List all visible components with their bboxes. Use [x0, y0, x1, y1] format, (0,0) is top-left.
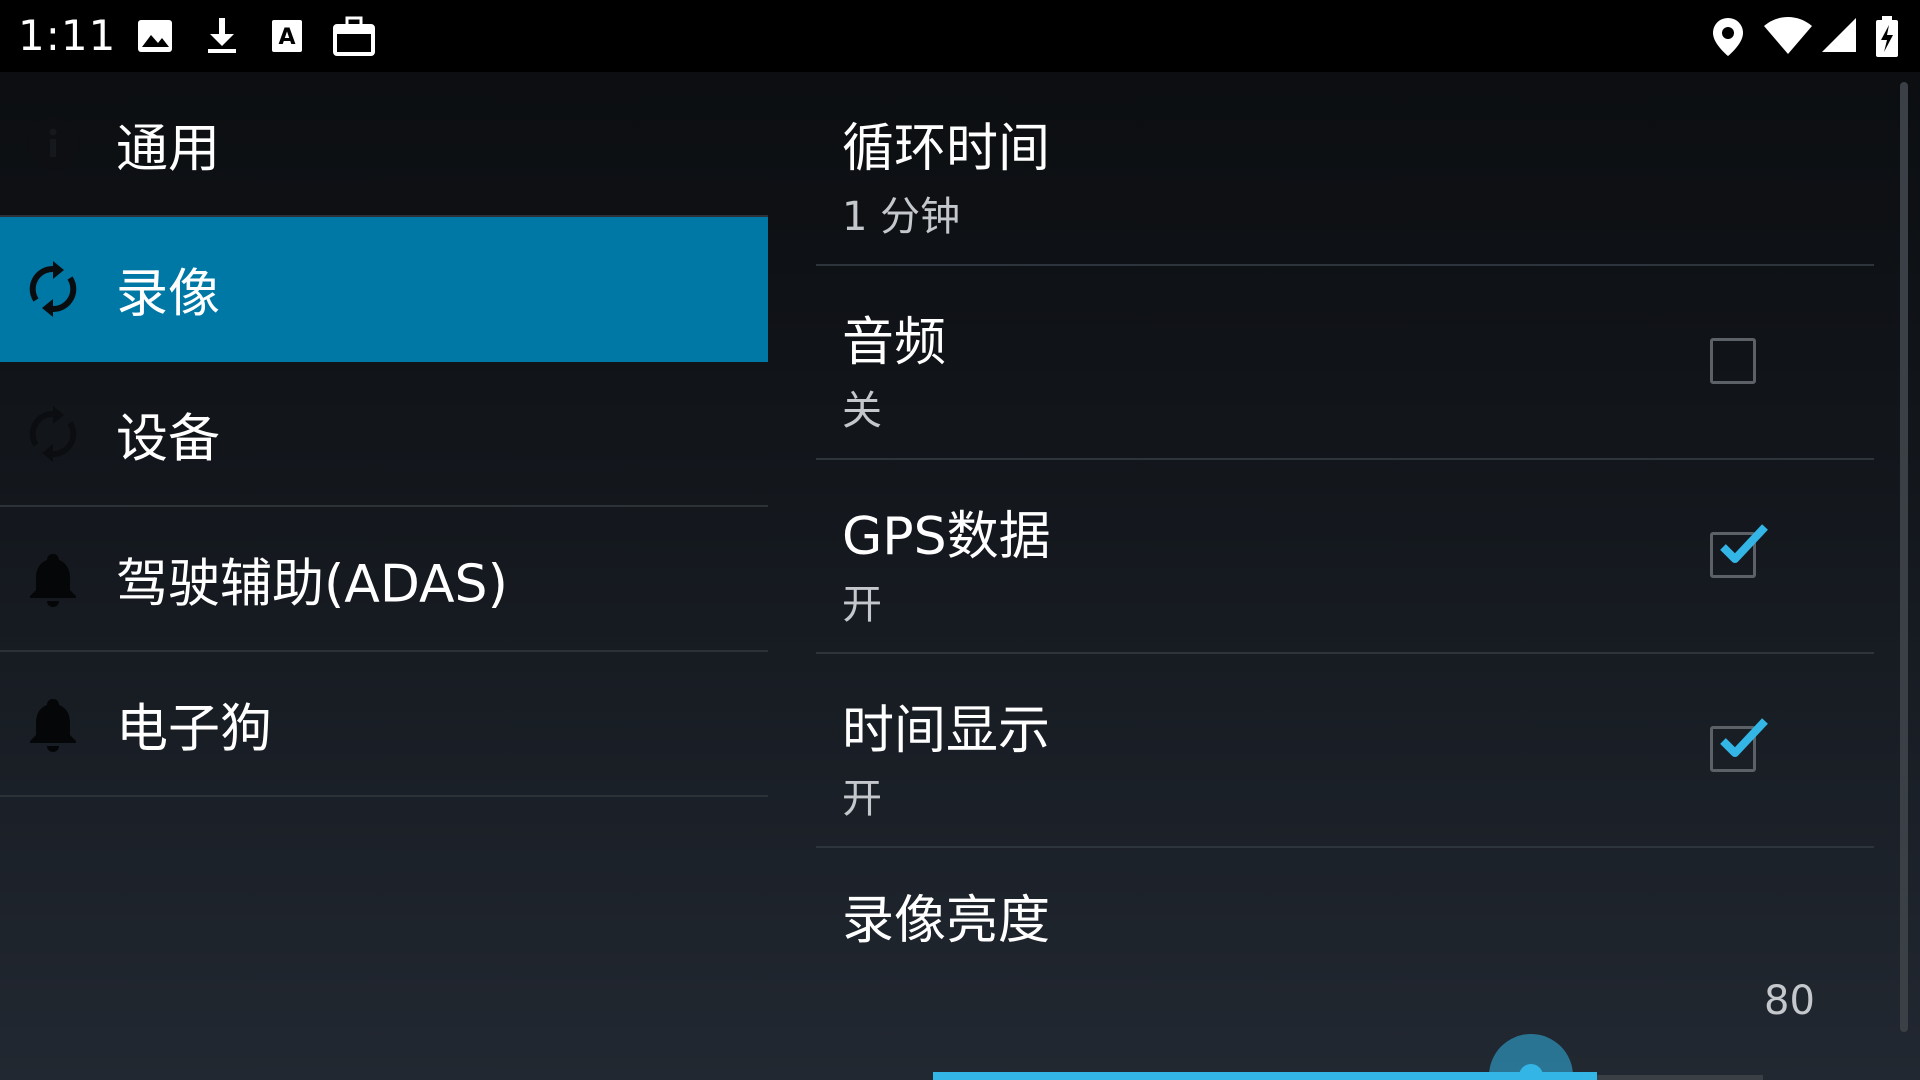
settings-screen: 1:11 A 通用 录像 设备 驾驶辅助(ADAS) 电子狗 循环时间 1 分钟…: [0, 0, 1920, 1080]
pref-summary: 开: [842, 776, 882, 822]
pref-title: 音频: [842, 313, 947, 373]
text-a-icon: A: [268, 16, 308, 56]
nav-item-device[interactable]: 设备: [0, 362, 768, 507]
pref-loop-time[interactable]: 循环时间 1 分钟: [816, 72, 1874, 266]
pref-summary: 关: [842, 388, 882, 434]
sync-icon: [24, 260, 82, 318]
nav-item-label: 电子狗: [116, 699, 273, 759]
status-time: 1:11: [18, 11, 117, 60]
bell-icon: [24, 695, 82, 753]
settings-nav: 通用 录像 设备 驾驶辅助(ADAS) 电子狗: [0, 72, 768, 1080]
nav-item-general[interactable]: 通用: [0, 72, 768, 217]
audio-checkbox[interactable]: [1710, 338, 1756, 384]
nav-item-label: 设备: [116, 409, 221, 469]
pref-title: 时间显示: [842, 701, 1051, 761]
battery-charging-icon: [1874, 16, 1900, 58]
gps-checkbox[interactable]: [1710, 524, 1768, 578]
svg-text:A: A: [278, 25, 295, 50]
brightness-value: 80: [1764, 978, 1815, 1024]
time-display-checkbox[interactable]: [1710, 718, 1768, 772]
nav-item-adas[interactable]: 驾驶辅助(ADAS): [0, 507, 768, 652]
preference-list: 循环时间 1 分钟 音频 关 GPS数据 开 时间显示 开 录像亮度: [816, 72, 1874, 1080]
download-icon: [202, 16, 242, 56]
pref-audio[interactable]: 音频 关: [816, 266, 1874, 460]
pref-brightness: 录像亮度: [816, 848, 1874, 1080]
sync-icon: [24, 405, 82, 463]
nav-item-label: 驾驶辅助(ADAS): [116, 554, 508, 614]
bell-icon: [24, 550, 82, 608]
pref-gps[interactable]: GPS数据 开: [816, 460, 1874, 654]
pref-time-display[interactable]: 时间显示 开: [816, 654, 1874, 848]
nav-item-label: 录像: [116, 264, 221, 324]
scrollbar[interactable]: [1900, 82, 1908, 1032]
pref-summary: 1 分钟: [842, 194, 961, 240]
checkmark-icon: [1720, 524, 1768, 563]
info-icon: [24, 115, 82, 173]
wifi-icon: [1762, 16, 1814, 56]
briefcase-icon: [332, 16, 376, 56]
nav-item-speed-camera[interactable]: 电子狗: [0, 652, 768, 797]
status-bar: 1:11 A: [0, 0, 1920, 72]
checkmark-icon: [1720, 718, 1768, 757]
pref-summary: 开: [842, 582, 882, 628]
nav-item-recording[interactable]: 录像: [0, 217, 768, 362]
pref-title: 录像亮度: [842, 891, 1051, 951]
location-icon: [1710, 16, 1746, 58]
nav-item-label: 通用: [116, 119, 221, 179]
slider-thumb-core: [1519, 1064, 1543, 1080]
signal-icon: [1820, 16, 1860, 56]
pref-title: GPS数据: [842, 507, 1051, 567]
image-icon: [136, 16, 176, 56]
pref-title: 循环时间: [842, 119, 1051, 179]
